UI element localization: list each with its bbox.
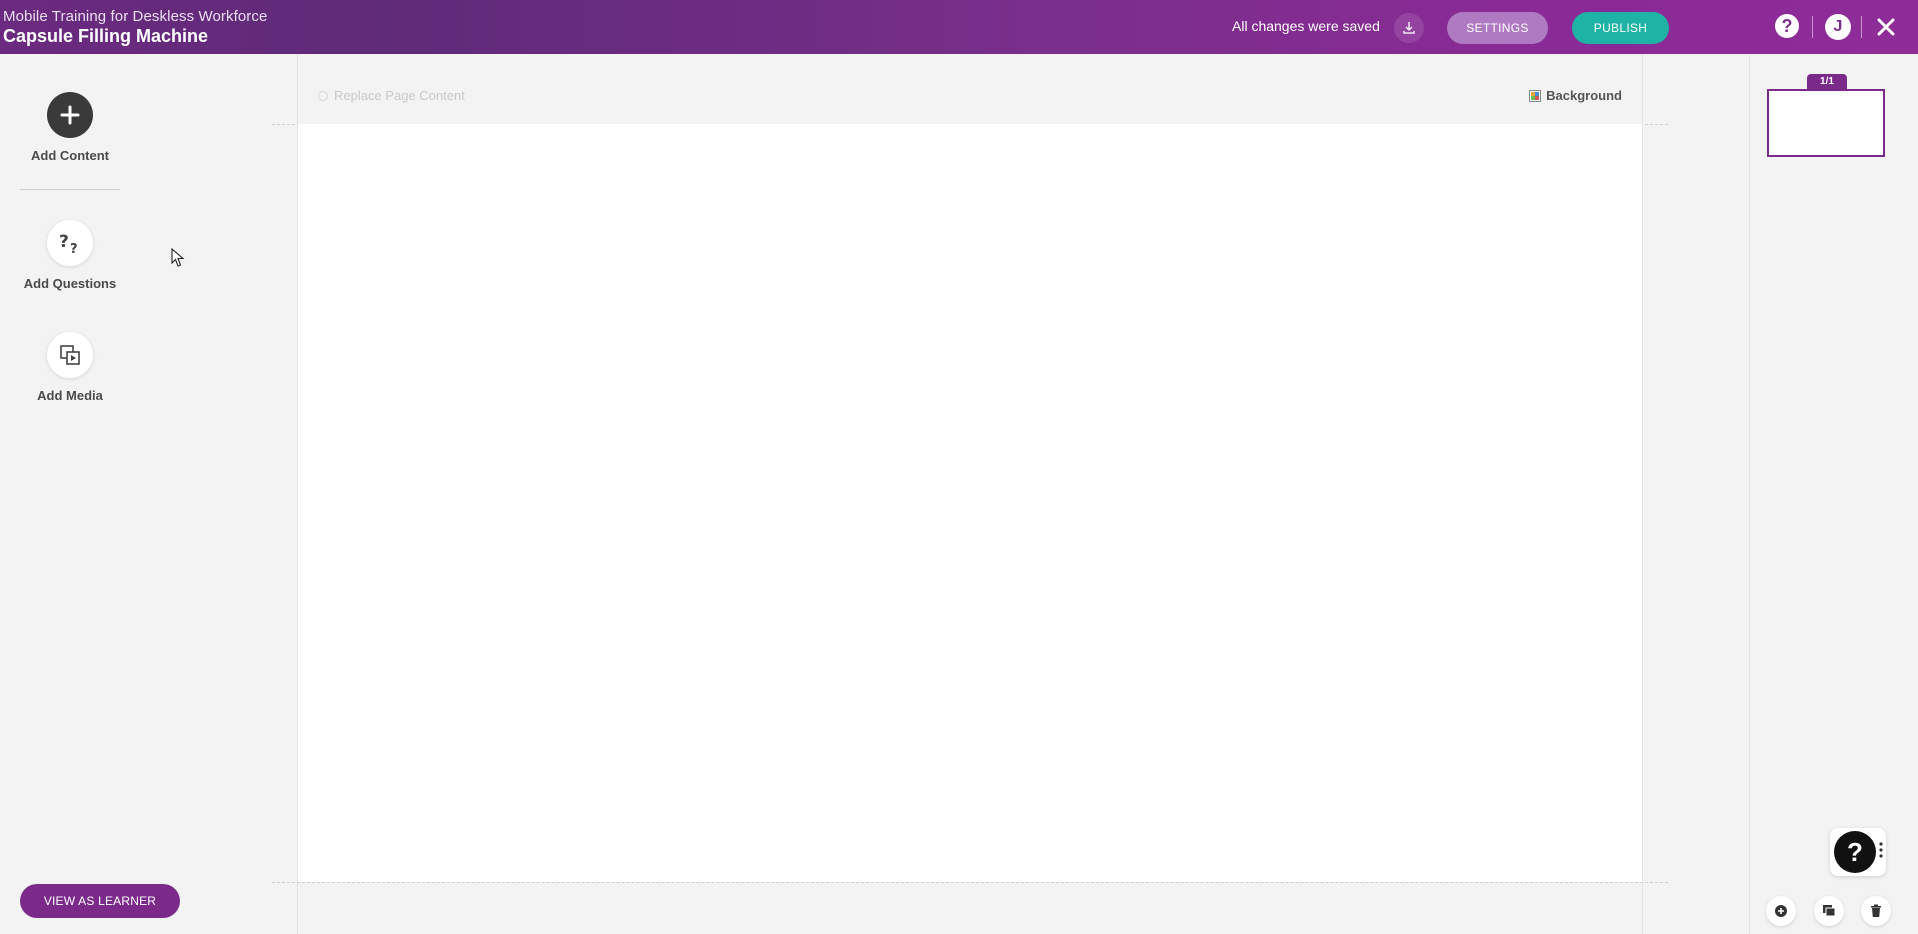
kebab-menu-icon[interactable]	[1879, 842, 1883, 858]
duplicate-page-button[interactable]	[1814, 896, 1844, 926]
add-questions-label: Add Questions	[23, 276, 117, 291]
page-indicator: 1/1	[1807, 74, 1847, 89]
lesson-title[interactable]: Capsule Filling Machine	[3, 26, 208, 47]
avatar-initial: J	[1833, 18, 1843, 35]
close-icon	[1877, 18, 1895, 36]
header-divider	[1812, 16, 1813, 38]
help-icon: ?	[1781, 15, 1793, 36]
add-media-label: Add Media	[37, 388, 103, 403]
view-as-learner-button[interactable]: VIEW AS LEARNER	[20, 884, 180, 918]
background-button[interactable]: Background	[1529, 88, 1622, 103]
course-title: Mobile Training for Deskless Workforce	[3, 8, 268, 25]
svg-text:?: ?	[59, 232, 69, 252]
canvas-right-border	[1642, 54, 1643, 934]
header-divider	[1861, 16, 1862, 38]
replace-icon	[318, 90, 328, 101]
replace-label: Replace Page Content	[334, 88, 465, 103]
mouse-cursor-icon	[171, 248, 185, 267]
settings-button[interactable]: SETTINGS	[1447, 12, 1548, 44]
support-help-icon: ?	[1834, 831, 1876, 873]
pages-panel	[1749, 54, 1918, 934]
svg-text:?: ?	[70, 242, 78, 256]
plus-icon	[47, 92, 93, 138]
top-bar: Mobile Training for Deskless Workforce C…	[0, 0, 1918, 54]
delete-page-icon	[1871, 904, 1881, 917]
page-canvas[interactable]	[298, 124, 1642, 882]
background-label: Background	[1546, 88, 1622, 103]
add-media-button[interactable]: Add Media	[0, 332, 140, 403]
page-thumbnail[interactable]	[1767, 89, 1885, 157]
replace-page-content-button[interactable]: Replace Page Content	[318, 88, 465, 103]
question-icon: ? ?	[47, 220, 93, 266]
sidebar-divider	[20, 189, 120, 190]
close-button[interactable]	[1872, 13, 1900, 41]
add-page-icon	[1775, 905, 1787, 917]
export-button[interactable]	[1394, 13, 1424, 43]
help-button[interactable]: ?	[1775, 14, 1799, 38]
add-questions-button[interactable]: ? ? Add Questions	[0, 220, 140, 291]
add-content-label: Add Content	[31, 148, 109, 163]
page-bottom-guide	[272, 882, 1668, 883]
support-widget[interactable]: ?	[1830, 828, 1886, 876]
canvas-left-border	[297, 54, 298, 934]
export-icon	[1403, 22, 1415, 34]
add-page-button[interactable]	[1766, 896, 1796, 926]
save-status: All changes were saved	[1232, 18, 1380, 34]
publish-button[interactable]: PUBLISH	[1572, 12, 1669, 44]
left-sidebar: Add Content ? ? Add Questions Add Media	[0, 54, 270, 934]
delete-page-button[interactable]	[1861, 896, 1891, 926]
duplicate-page-icon	[1823, 905, 1836, 917]
media-icon	[47, 332, 93, 378]
palette-icon	[1529, 89, 1542, 102]
user-avatar[interactable]: J	[1825, 14, 1851, 40]
add-content-button[interactable]: Add Content	[0, 92, 140, 163]
